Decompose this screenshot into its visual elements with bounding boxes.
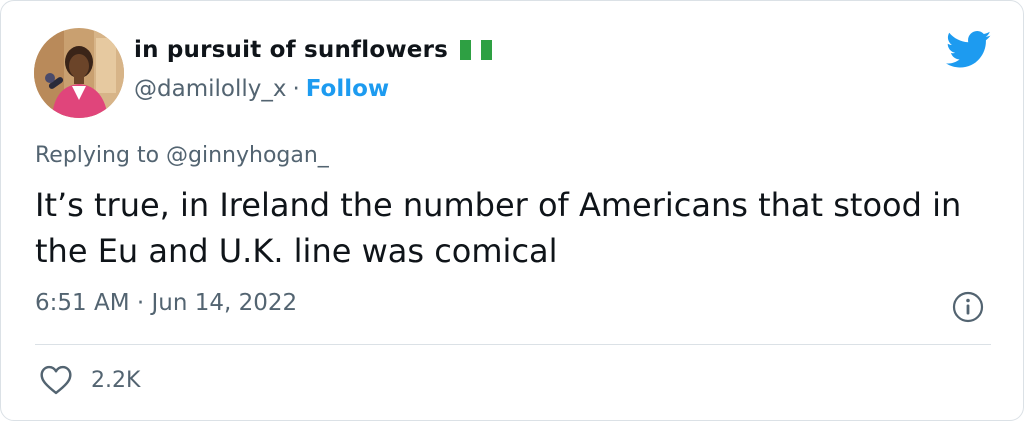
nigeria-flag-icon [460, 40, 493, 60]
heart-icon [40, 365, 72, 395]
handle-row: @damilolly_x · Follow [134, 76, 389, 102]
divider [35, 344, 991, 345]
separator-dot: · [292, 76, 300, 102]
user-handle[interactable]: @damilolly_x [134, 76, 286, 102]
tweet-text: It’s true, in Ireland the number of Amer… [35, 186, 962, 270]
avatar[interactable] [34, 28, 124, 118]
like-count: 2.2K [91, 367, 141, 393]
display-name[interactable]: in pursuit of sunflowers [134, 37, 493, 63]
info-icon[interactable] [951, 290, 985, 324]
replying-to[interactable]: Replying to @ginnyhogan_ [35, 143, 329, 168]
display-name-text: in pursuit of sunflowers [134, 37, 449, 63]
like-button[interactable]: 2.2K [39, 365, 140, 395]
twitter-bird-icon[interactable] [946, 31, 992, 69]
tweet-timestamp[interactable]: 6:51 AM · Jun 14, 2022 [35, 290, 297, 316]
tweet-card: in pursuit of sunflowers @damilolly_x · Fo… [0, 0, 1024, 421]
follow-button[interactable]: Follow [306, 76, 389, 102]
